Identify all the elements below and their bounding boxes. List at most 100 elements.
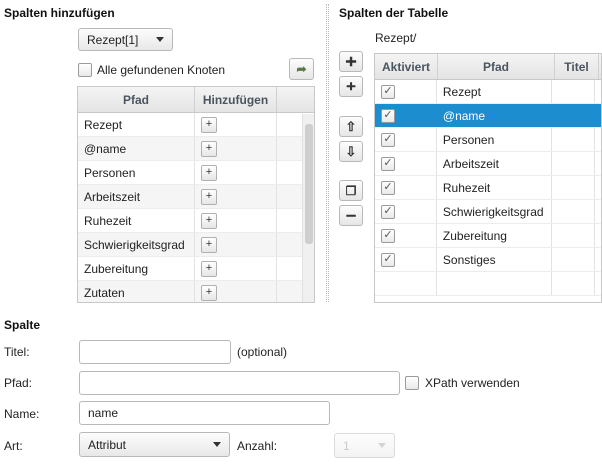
row-title[interactable] bbox=[552, 128, 595, 151]
row-extra bbox=[595, 224, 601, 247]
add-column-button[interactable]: ➕︎ bbox=[339, 51, 363, 72]
table-row[interactable]: Personen + bbox=[78, 161, 314, 185]
active-checkbox[interactable]: ✓ bbox=[381, 252, 395, 267]
row-title[interactable] bbox=[552, 80, 595, 103]
row-title[interactable] bbox=[552, 200, 595, 223]
row-path: Zubereitung bbox=[78, 257, 195, 280]
active-checkbox[interactable]: ✓ bbox=[381, 132, 395, 147]
anzahl-dropdown[interactable]: 1 bbox=[334, 433, 395, 458]
move-down-icon: ⇩ bbox=[345, 143, 357, 159]
add-row-button[interactable]: + bbox=[201, 284, 217, 301]
move-down-button[interactable]: ⇩ bbox=[339, 141, 363, 162]
table-row[interactable]: ✓ Personen bbox=[375, 128, 601, 152]
add-after-icon: ➕︎ bbox=[346, 79, 356, 93]
available-columns-table: Pfad Hinzufügen Rezept + @name + Personen + Ar… bbox=[77, 86, 315, 303]
row-active-cell: ✓ bbox=[375, 248, 437, 271]
add-row-button[interactable]: + bbox=[201, 236, 217, 253]
row-add-cell: + bbox=[195, 209, 277, 232]
forward-arrow-icon: ➦ bbox=[296, 62, 307, 76]
table-row[interactable]: ✓ Arbeitszeit bbox=[375, 152, 601, 176]
row-active-cell: ✓ bbox=[375, 80, 437, 103]
all-nodes-checkbox[interactable] bbox=[78, 63, 92, 77]
active-checkbox[interactable]: ✓ bbox=[381, 108, 395, 123]
add-row-button[interactable]: + bbox=[201, 188, 217, 205]
table-row[interactable]: ✓ @name bbox=[375, 104, 601, 128]
optional-hint: (optional) bbox=[237, 345, 288, 359]
row-title[interactable] bbox=[552, 152, 595, 175]
pfad-input[interactable] bbox=[79, 371, 400, 395]
table-row[interactable]: Ruhezeit + bbox=[78, 209, 314, 233]
titel-label: Titel: bbox=[4, 345, 30, 359]
art-dropdown[interactable]: Attribut bbox=[79, 432, 230, 457]
context-dropdown[interactable]: Rezept[1] bbox=[78, 28, 173, 51]
chevron-down-icon bbox=[213, 442, 221, 447]
row-path: Personen bbox=[78, 161, 195, 184]
table-row[interactable]: Arbeitszeit + bbox=[78, 185, 314, 209]
row-add-cell: + bbox=[195, 185, 277, 208]
table-row[interactable]: Rezept + bbox=[78, 113, 314, 137]
add-row-button[interactable]: + bbox=[201, 164, 217, 181]
row-path: Ruhezeit bbox=[437, 176, 552, 199]
active-checkbox[interactable]: ✓ bbox=[381, 204, 395, 219]
add-row-button[interactable]: + bbox=[201, 140, 217, 157]
table-row[interactable]: ✓ Schwierigkeitsgrad bbox=[375, 200, 601, 224]
row-extra bbox=[595, 200, 601, 223]
table-row[interactable]: @name + bbox=[78, 137, 314, 161]
titel-input[interactable] bbox=[79, 340, 231, 364]
row-title[interactable] bbox=[552, 104, 595, 127]
table-row[interactable]: ✓ Sonstiges bbox=[375, 248, 601, 272]
active-checkbox[interactable]: ✓ bbox=[381, 156, 395, 171]
add-column-after-button[interactable]: ➕︎ bbox=[339, 76, 363, 97]
row-extra bbox=[595, 248, 601, 271]
row-extra bbox=[595, 80, 601, 103]
add-row-button[interactable]: + bbox=[201, 212, 217, 229]
active-checkbox[interactable]: ✓ bbox=[381, 84, 395, 99]
remove-icon: ➖︎ bbox=[346, 207, 356, 223]
row-path: @name bbox=[437, 104, 552, 127]
xpath-checkbox[interactable] bbox=[405, 376, 419, 390]
move-up-button[interactable]: ⇧ bbox=[339, 116, 363, 137]
row-add-cell: + bbox=[195, 281, 277, 302]
available-columns-body: Rezept + @name + Personen + Arbeitszeit + Ruheze… bbox=[78, 113, 314, 302]
row-extra bbox=[595, 128, 601, 151]
row-title[interactable] bbox=[552, 248, 595, 271]
add-row-button[interactable]: + bbox=[201, 116, 217, 133]
left-table-scroll-thumb[interactable] bbox=[305, 124, 313, 244]
duplicate-icon: ❐ bbox=[345, 183, 357, 198]
row-path: Schwierigkeitsgrad bbox=[437, 200, 552, 223]
panel-divider[interactable] bbox=[326, 4, 329, 302]
remove-button[interactable]: ➖︎ bbox=[339, 205, 363, 226]
header-aktiviert[interactable]: Aktiviert bbox=[375, 54, 438, 79]
header-hinzufuegen[interactable]: Hinzufügen bbox=[195, 87, 277, 112]
table-row[interactable]: ✓ Zubereitung bbox=[375, 224, 601, 248]
xpath-label: XPath verwenden bbox=[425, 376, 520, 390]
header-pfad[interactable]: Pfad bbox=[78, 87, 195, 112]
table-row[interactable]: Zubereitung + bbox=[78, 257, 314, 281]
context-path: Rezept/ bbox=[375, 31, 417, 45]
row-title[interactable] bbox=[552, 224, 595, 247]
table-row[interactable]: Zutaten + bbox=[78, 281, 314, 302]
row-extra bbox=[595, 152, 601, 175]
right-panel-title: Spalten der Tabelle bbox=[339, 6, 449, 20]
active-checkbox[interactable]: ✓ bbox=[381, 228, 395, 243]
header-pfad-right[interactable]: Pfad bbox=[438, 54, 555, 79]
name-label: Name: bbox=[4, 407, 40, 421]
header-titel[interactable]: Titel bbox=[555, 54, 599, 79]
name-input[interactable] bbox=[79, 401, 330, 425]
table-row[interactable]: ✓ Ruhezeit bbox=[375, 176, 601, 200]
row-extra bbox=[595, 104, 601, 127]
row-path: Zutaten bbox=[78, 281, 195, 302]
table-row[interactable]: ✓ Rezept bbox=[375, 80, 601, 104]
duplicate-button[interactable]: ❐ bbox=[339, 180, 363, 201]
add-row-button[interactable]: + bbox=[201, 260, 217, 277]
add-selected-button[interactable]: ➦ bbox=[289, 58, 314, 80]
row-path: @name bbox=[78, 137, 195, 160]
left-table-scrollbar[interactable] bbox=[302, 114, 314, 302]
table-row[interactable]: Schwierigkeitsgrad + bbox=[78, 233, 314, 257]
row-extra bbox=[595, 176, 601, 199]
active-checkbox[interactable]: ✓ bbox=[381, 180, 395, 195]
row-add-cell: + bbox=[195, 257, 277, 280]
art-label: Art: bbox=[4, 439, 23, 453]
row-title[interactable] bbox=[552, 176, 595, 199]
row-active-cell: ✓ bbox=[375, 128, 437, 151]
